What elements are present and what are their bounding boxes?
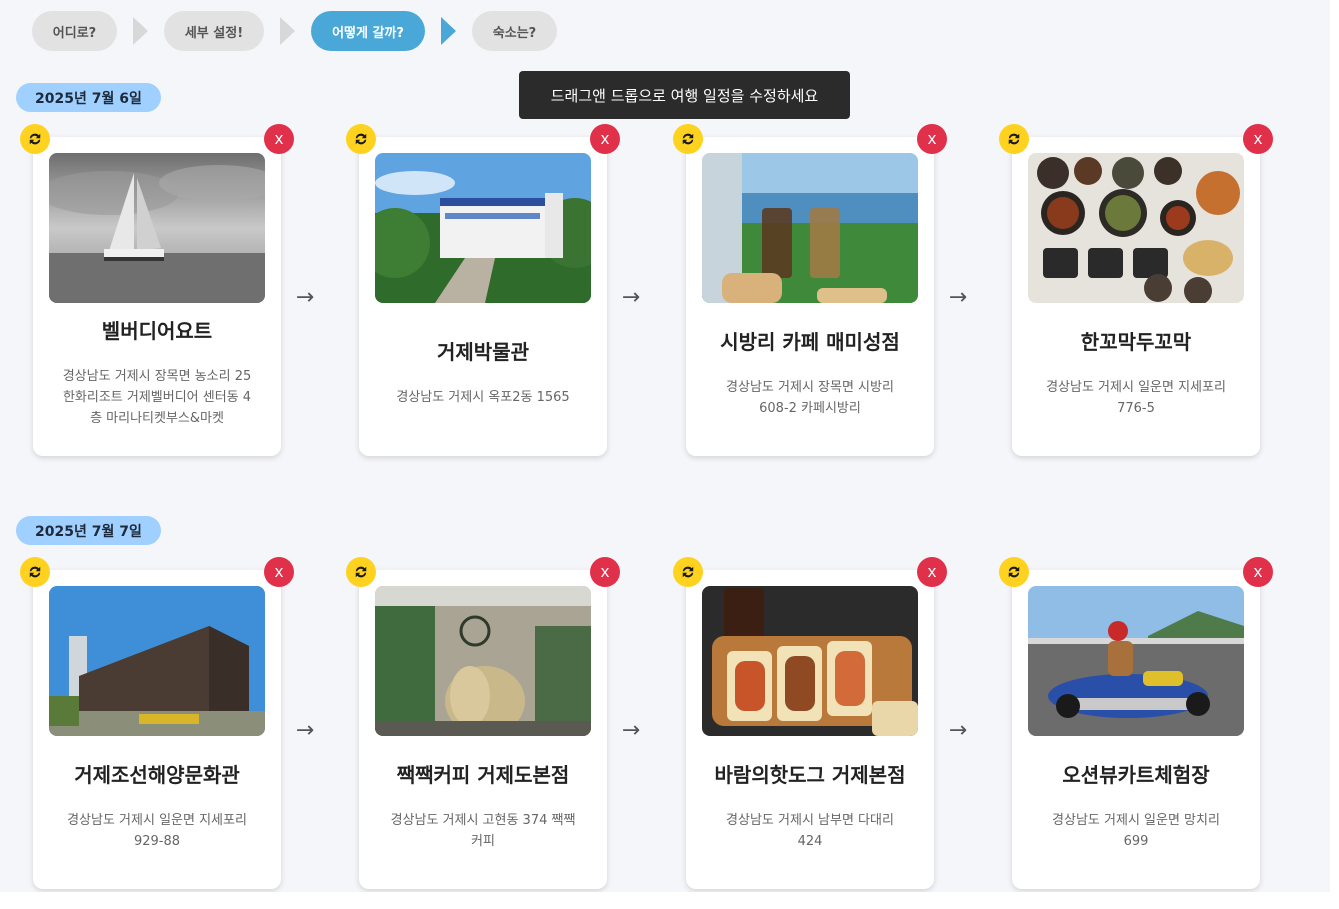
place-name: 바람의핫도그 거제본점: [714, 762, 906, 787]
place-address: 경상남도 거제시 옥포2동 1565: [396, 390, 570, 405]
place-name: 거제박물관: [437, 340, 529, 364]
coffee-shop-photo: [375, 586, 591, 736]
refresh-icon: [1008, 566, 1020, 578]
place-photo: [375, 586, 591, 736]
place-name: 거제조선해양문화관: [74, 762, 240, 787]
place-card[interactable]: 짹짹커피 거제도본점 경상남도 거제시 고현동 374 짹짹커피: [359, 570, 607, 889]
place-address: 경상남도 거제시 남부면 다대리 424: [726, 812, 894, 849]
arrow-right-icon: →: [295, 285, 315, 310]
place-address: 경상남도 거제시 장목면 농소리 25 한화리조트 거제벨버디어 센터동 4층 …: [62, 369, 252, 426]
itinerary-page: 어디로? 세부 설정! 어떻게 갈까? 숙소는? 드래그앤 드롭으로 여행 일정…: [0, 0, 1330, 892]
delete-button[interactable]: x: [1243, 124, 1273, 154]
refresh-icon: [682, 133, 694, 145]
swap-button[interactable]: [346, 557, 376, 587]
swap-button[interactable]: [20, 124, 50, 154]
refresh-icon: [355, 566, 367, 578]
drag-drop-tooltip: 드래그앤 드롭으로 여행 일정을 수정하세요: [519, 71, 850, 119]
place-name: 짹짹커피 거제도본점: [396, 762, 570, 787]
arrow-right-icon: →: [948, 285, 968, 310]
delete-button[interactable]: x: [590, 124, 620, 154]
delete-button[interactable]: x: [590, 557, 620, 587]
place-address: 경상남도 거제시 일운면 망치리 699: [1052, 812, 1220, 849]
place-photo: [49, 586, 265, 736]
place-name: 벨버디어요트: [101, 319, 213, 343]
swap-button[interactable]: [673, 124, 703, 154]
step-details[interactable]: 세부 설정!: [164, 11, 264, 51]
place-address: 경상남도 거제시 일운면 지세포리 776-5: [1046, 379, 1226, 416]
place-card[interactable]: 거제조선해양문화관 경상남도 거제시 일운면 지세포리 929-88: [33, 570, 281, 889]
delete-button[interactable]: x: [917, 557, 947, 587]
delete-button[interactable]: x: [264, 124, 294, 154]
place-name: 시방리 카페 매미성점: [720, 329, 900, 354]
go-kart-photo: [1028, 586, 1244, 736]
step-arrow-icon: [441, 17, 456, 45]
swap-button[interactable]: [999, 124, 1029, 154]
place-address: 경상남도 거제시 장목면 시방리 608-2 카페시방리: [726, 379, 894, 416]
step-transport[interactable]: 어떻게 갈까?: [311, 11, 425, 51]
place-name: 한꼬막두꼬막: [1080, 329, 1192, 354]
step-where[interactable]: 어디로?: [32, 11, 117, 51]
delete-button[interactable]: x: [264, 557, 294, 587]
swap-button[interactable]: [999, 557, 1029, 587]
place-card[interactable]: 바람의핫도그 거제본점 경상남도 거제시 남부면 다대리 424: [686, 570, 934, 889]
swap-button[interactable]: [673, 557, 703, 587]
place-photo: [1028, 586, 1244, 736]
day-badge: 2025년 7월 6일: [16, 83, 161, 112]
delete-button[interactable]: x: [1243, 557, 1273, 587]
refresh-icon: [682, 566, 694, 578]
place-name: 오션뷰카트체험장: [1062, 762, 1210, 787]
place-card[interactable]: 한꼬막두꼬막 경상남도 거제시 일운면 지세포리 776-5: [1012, 137, 1260, 456]
swap-button[interactable]: [346, 124, 376, 154]
step-navigation: 어디로? 세부 설정! 어떻게 갈까? 숙소는?: [32, 11, 557, 51]
refresh-icon: [29, 133, 41, 145]
step-arrow-icon: [133, 17, 148, 45]
place-card[interactable]: 시방리 카페 매미성점 경상남도 거제시 장목면 시방리 608-2 카페시방리: [686, 137, 934, 456]
yacht-photo: [49, 153, 265, 303]
place-photo: [49, 153, 265, 303]
arrow-right-icon: →: [621, 718, 641, 743]
place-photo: [1028, 153, 1244, 303]
arrow-right-icon: →: [621, 285, 641, 310]
step-lodging[interactable]: 숙소는?: [472, 11, 557, 51]
place-card[interactable]: 거제박물관 경상남도 거제시 옥포2동 1565: [359, 137, 607, 456]
delete-button[interactable]: x: [917, 124, 947, 154]
refresh-icon: [1008, 133, 1020, 145]
arrow-right-icon: →: [948, 718, 968, 743]
day-badge: 2025년 7월 7일: [16, 516, 161, 545]
place-photo: [702, 153, 918, 303]
refresh-icon: [29, 566, 41, 578]
refresh-icon: [355, 133, 367, 145]
step-arrow-icon: [280, 17, 295, 45]
maritime-museum-photo: [49, 586, 265, 736]
place-address: 경상남도 거제시 일운면 지세포리 929-88: [67, 812, 247, 849]
seafood-photo: [1028, 153, 1244, 303]
place-photo: [702, 586, 918, 736]
place-photo: [375, 153, 591, 303]
museum-photo: [375, 153, 591, 303]
cafe-photo: [702, 153, 918, 303]
place-card[interactable]: 벨버디어요트 경상남도 거제시 장목면 농소리 25 한화리조트 거제벨버디어 …: [33, 137, 281, 456]
swap-button[interactable]: [20, 557, 50, 587]
arrow-right-icon: →: [295, 718, 315, 743]
place-card[interactable]: 오션뷰카트체험장 경상남도 거제시 일운면 망치리 699: [1012, 570, 1260, 889]
hotdog-photo: [702, 586, 918, 736]
place-address: 경상남도 거제시 고현동 374 짹짹커피: [390, 812, 576, 849]
